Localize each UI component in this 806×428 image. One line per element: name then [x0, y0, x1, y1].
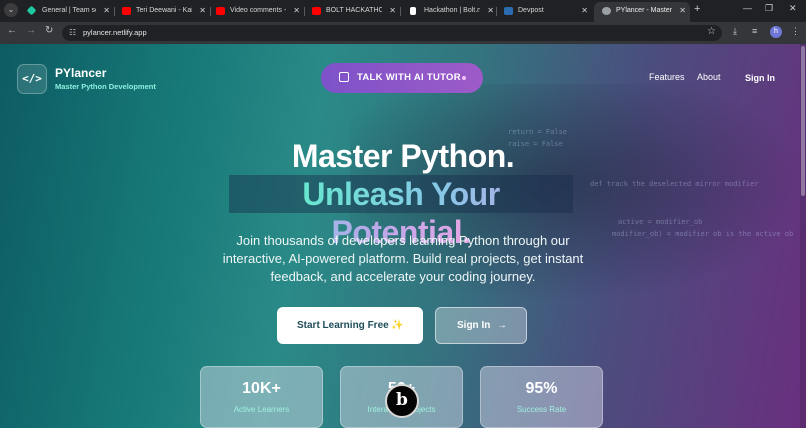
background-code-line: active = modifier_ob: [618, 218, 703, 226]
brand-name[interactable]: PYlancer: [55, 66, 106, 80]
download-icon[interactable]: ⤓: [733, 26, 737, 37]
media-controls-icon[interactable]: ≡: [752, 26, 757, 36]
browser-tab-active[interactable]: PYlancer - Master Py ✕: [594, 2, 690, 22]
browser-tab-bar: ⌄ General | Team setti ✕ Teri Deewani - …: [0, 0, 806, 22]
stat-label: Success Rate: [516, 405, 567, 414]
devpost-icon: [504, 7, 513, 15]
new-tab-icon[interactable]: +: [694, 3, 700, 15]
start-learning-free-button[interactable]: Start Learning Free ✨: [277, 307, 423, 344]
brand-tagline: Master Python Development: [55, 82, 156, 91]
address-bar[interactable]: ☷ pylancer.netlify.app ☆: [62, 25, 722, 41]
browser-toolbar: ← → ↻ ☷ pylancer.netlify.app ☆ ⤓ ≡ ⋮: [0, 22, 806, 44]
globe-icon: [602, 7, 611, 15]
bolt-favicon-icon: [410, 7, 416, 15]
hero-title-line1: Master Python.: [291, 138, 515, 174]
nav-features-link[interactable]: Features: [649, 72, 685, 82]
tab-label: PYlancer - Master Py: [616, 7, 672, 14]
tab-favicon-icon: [26, 5, 37, 16]
youtube-icon: [312, 7, 321, 15]
tab-label: Devpost: [518, 7, 544, 14]
hero-sign-in-button[interactable]: Sign In →: [435, 307, 527, 344]
stat-card: 10K+ Active Learners: [200, 366, 323, 428]
close-tab-icon[interactable]: ✕: [679, 2, 686, 20]
close-window-icon[interactable]: ✕: [789, 3, 797, 14]
tab-label: Hackathon | Bolt.new: [424, 7, 480, 14]
forward-arrow-icon[interactable]: →: [26, 25, 36, 36]
sparkle-icon: [462, 76, 466, 80]
url-text[interactable]: pylancer.netlify.app: [83, 28, 147, 37]
reload-icon[interactable]: ↻: [45, 25, 53, 36]
tutor-button-label: TALK WITH AI TUTOR: [357, 72, 461, 83]
close-tab-icon[interactable]: ✕: [487, 2, 494, 20]
header-sign-in-button[interactable]: Sign In: [733, 66, 787, 90]
scrollbar-thumb[interactable]: [801, 46, 805, 196]
stat-label: Active Learners: [233, 405, 290, 414]
close-tab-icon[interactable]: ✕: [293, 2, 300, 20]
youtube-icon: [216, 7, 225, 15]
browser-tab[interactable]: General | Team setti ✕: [20, 2, 114, 22]
close-tab-icon[interactable]: ✕: [581, 2, 588, 20]
robot-icon: [339, 72, 349, 82]
restore-icon[interactable]: ❐: [765, 3, 773, 14]
nav-about-link[interactable]: About: [697, 72, 721, 82]
arrow-right-icon: →: [497, 320, 507, 331]
sparkles-icon: ✨: [391, 320, 404, 331]
close-tab-icon[interactable]: ✕: [103, 2, 110, 20]
browser-tab[interactable]: Devpost ✕: [496, 2, 592, 22]
built-with-bolt-badge[interactable]: b: [385, 384, 419, 418]
menu-kebab-icon[interactable]: ⋮: [791, 26, 800, 37]
close-tab-icon[interactable]: ✕: [389, 2, 396, 20]
tab-label: BOLT HACKATHON !!: [326, 7, 382, 14]
background-code-line: modifier_ob) = modifier ob is the active…: [612, 230, 794, 238]
hero-title-line2: Unleash Your Potential.: [229, 175, 573, 250]
browser-tab[interactable]: Hackathon | Bolt.new ✕: [402, 2, 498, 22]
browser-tab[interactable]: Video comments - Yo ✕: [208, 2, 304, 22]
stat-value: 95%: [525, 380, 558, 397]
background-code-line: return = False: [508, 128, 568, 136]
hero-subtitle: Join thousands of developers learning Py…: [222, 233, 584, 284]
tab-search-icon[interactable]: ⌄: [4, 3, 18, 17]
background-code-line: def track the deselected mirror modifier: [590, 180, 759, 188]
minimize-icon[interactable]: —: [743, 3, 752, 13]
tab-label: Teri Deewani - Kailas: [136, 7, 192, 14]
logo-code-icon[interactable]: </>: [17, 64, 47, 94]
page-viewport: return = False raise = False def track t…: [0, 44, 806, 428]
stat-value: 10K+: [242, 380, 281, 397]
stat-card: 95% Success Rate: [480, 366, 603, 428]
talk-with-ai-tutor-button[interactable]: TALK WITH AI TUTOR: [321, 63, 483, 93]
site-info-icon[interactable]: ☷: [69, 28, 76, 37]
back-arrow-icon[interactable]: ←: [7, 25, 17, 36]
tab-label: Video comments - Yo: [230, 7, 286, 14]
bookmark-star-icon[interactable]: ☆: [707, 26, 716, 37]
browser-tab[interactable]: Teri Deewani - Kailas ✕: [114, 2, 210, 22]
profile-avatar[interactable]: h: [770, 26, 782, 38]
cta-secondary-label: Sign In: [457, 320, 491, 331]
cta-primary-label: Start Learning Free: [297, 320, 389, 331]
browser-tab[interactable]: BOLT HACKATHON !! ✕: [304, 2, 400, 22]
tab-label: General | Team setti: [42, 7, 96, 14]
close-tab-icon[interactable]: ✕: [199, 2, 206, 20]
youtube-icon: [122, 7, 131, 15]
